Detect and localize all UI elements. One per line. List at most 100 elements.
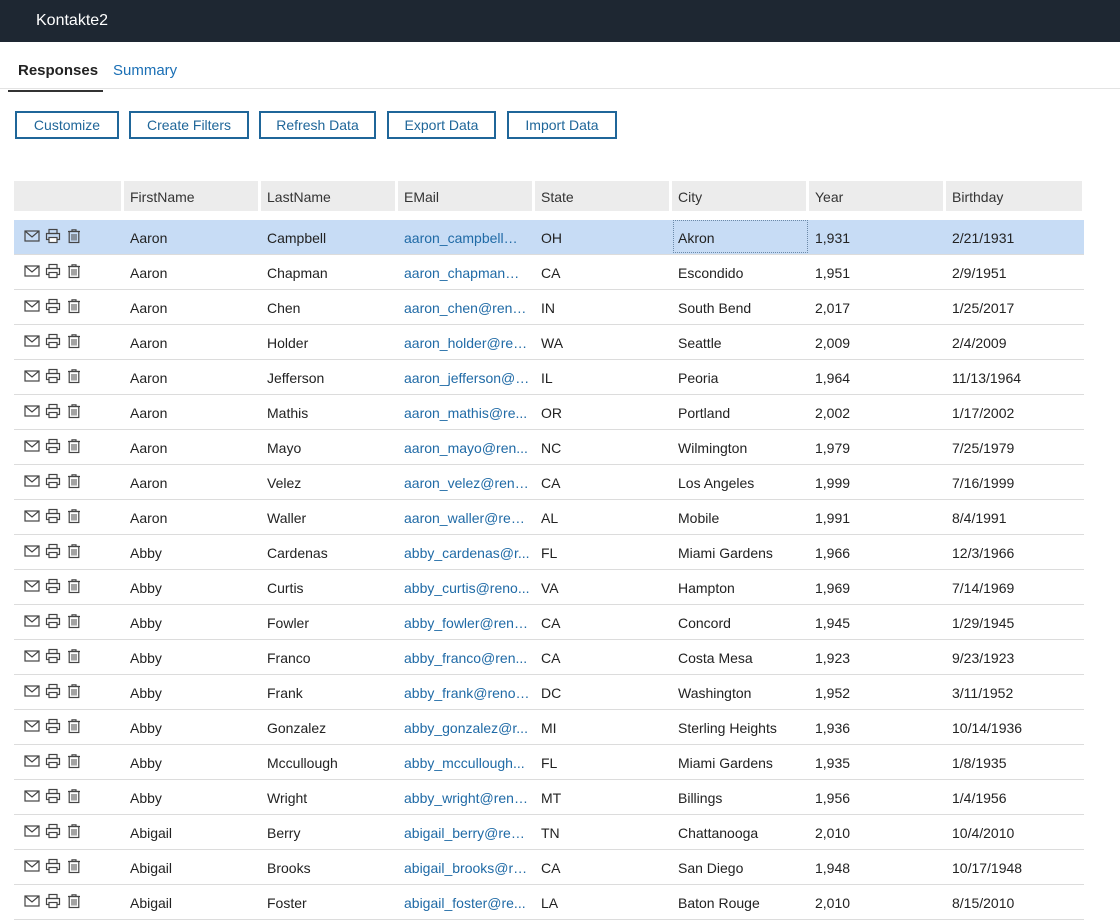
mail-icon[interactable] (24, 438, 40, 454)
mail-icon[interactable] (24, 508, 40, 524)
table-row[interactable]: Aaron Waller aaron_waller@ren... AL Mobile 1,… (14, 500, 1084, 535)
header-birthday[interactable]: Birthday (946, 181, 1082, 211)
mail-icon[interactable] (24, 543, 40, 559)
table-row[interactable]: Abigail Berry abigail_berry@ren... TN Chatta… (14, 815, 1084, 850)
trash-icon[interactable] (66, 368, 82, 384)
mail-icon[interactable] (24, 823, 40, 839)
print-icon[interactable] (45, 683, 61, 699)
cell-email[interactable]: aaron_chen@reno... (404, 300, 530, 316)
cell-email[interactable]: abby_curtis@reno... (404, 580, 530, 596)
cell-email[interactable]: aaron_jefferson@r... (404, 370, 530, 386)
print-icon[interactable] (45, 718, 61, 734)
trash-icon[interactable] (66, 543, 82, 559)
print-icon[interactable] (45, 508, 61, 524)
print-icon[interactable] (45, 543, 61, 559)
trash-icon[interactable] (66, 228, 82, 244)
trash-icon[interactable] (66, 613, 82, 629)
print-icon[interactable] (45, 648, 61, 664)
cell-email[interactable]: abby_wright@reno... (404, 790, 530, 806)
cell-email[interactable]: abby_frank@renov... (404, 685, 530, 701)
trash-icon[interactable] (66, 473, 82, 489)
print-icon[interactable] (45, 263, 61, 279)
mail-icon[interactable] (24, 753, 40, 769)
mail-icon[interactable] (24, 473, 40, 489)
header-city[interactable]: City (672, 181, 806, 211)
cell-email[interactable]: aaron_mayo@ren... (404, 440, 530, 456)
mail-icon[interactable] (24, 893, 40, 909)
mail-icon[interactable] (24, 403, 40, 419)
mail-icon[interactable] (24, 788, 40, 804)
trash-icon[interactable] (66, 438, 82, 454)
cell-email[interactable]: aaron_holder@ren... (404, 335, 530, 351)
mail-icon[interactable] (24, 263, 40, 279)
cell-email[interactable]: abby_franco@ren... (404, 650, 530, 666)
table-row[interactable]: Abby Mccullough abby_mccullough... FL Miami … (14, 745, 1084, 780)
trash-icon[interactable] (66, 298, 82, 314)
trash-icon[interactable] (66, 578, 82, 594)
cell-email[interactable]: abby_fowler@reno... (404, 615, 530, 631)
mail-icon[interactable] (24, 298, 40, 314)
table-row[interactable]: Aaron Holder aaron_holder@ren... WA Seattle 2… (14, 325, 1084, 360)
cell-email[interactable]: aaron_velez@reno... (404, 475, 530, 491)
customize-button[interactable]: Customize (15, 111, 119, 139)
cell-email[interactable]: aaron_mathis@re... (404, 405, 530, 421)
table-row[interactable]: Aaron Jefferson aaron_jefferson@r... IL Peor… (14, 360, 1084, 395)
table-row[interactable]: Abigail Foster abigail_foster@re... LA Baton… (14, 885, 1084, 920)
print-icon[interactable] (45, 788, 61, 804)
header-lastname[interactable]: LastName (261, 181, 395, 211)
trash-icon[interactable] (66, 403, 82, 419)
cell-email[interactable]: abby_gonzalez@r... (404, 720, 530, 736)
header-state[interactable]: State (535, 181, 669, 211)
table-row[interactable]: Abby Gonzalez abby_gonzalez@r... MI Sterling… (14, 710, 1084, 745)
mail-icon[interactable] (24, 228, 40, 244)
mail-icon[interactable] (24, 333, 40, 349)
cell-email[interactable]: abigail_foster@re... (404, 895, 530, 911)
trash-icon[interactable] (66, 823, 82, 839)
header-year[interactable]: Year (809, 181, 943, 211)
trash-icon[interactable] (66, 508, 82, 524)
print-icon[interactable] (45, 823, 61, 839)
refresh-data-button[interactable]: Refresh Data (259, 111, 376, 139)
trash-icon[interactable] (66, 893, 82, 909)
trash-icon[interactable] (66, 333, 82, 349)
header-email[interactable]: EMail (398, 181, 532, 211)
tab-summary[interactable]: Summary (113, 62, 177, 79)
mail-icon[interactable] (24, 368, 40, 384)
cell-email[interactable]: aaron_campbell@r... (404, 230, 530, 246)
table-row[interactable]: Abby Cardenas abby_cardenas@r... FL Miami Ga… (14, 535, 1084, 570)
create-filters-button[interactable]: Create Filters (129, 111, 249, 139)
print-icon[interactable] (45, 368, 61, 384)
table-row[interactable]: Aaron Campbell aaron_campbell@r... OH Akron 1… (14, 220, 1084, 255)
table-row[interactable]: Aaron Mayo aaron_mayo@ren... NC Wilmington 1,… (14, 430, 1084, 465)
print-icon[interactable] (45, 298, 61, 314)
header-firstname[interactable]: FirstName (124, 181, 258, 211)
table-row[interactable]: Aaron Chapman aaron_chapman@... CA Escondido… (14, 255, 1084, 290)
mail-icon[interactable] (24, 578, 40, 594)
print-icon[interactable] (45, 438, 61, 454)
table-row[interactable]: Abby Frank abby_frank@renov... DC Washington… (14, 675, 1084, 710)
trash-icon[interactable] (66, 683, 82, 699)
export-data-button[interactable]: Export Data (387, 111, 496, 139)
print-icon[interactable] (45, 333, 61, 349)
table-row[interactable]: Abigail Brooks abigail_brooks@re... CA San D… (14, 850, 1084, 885)
print-icon[interactable] (45, 403, 61, 419)
table-row[interactable]: Aaron Mathis aaron_mathis@re... OR Portland 2… (14, 395, 1084, 430)
trash-icon[interactable] (66, 788, 82, 804)
trash-icon[interactable] (66, 753, 82, 769)
table-row[interactable]: Aaron Chen aaron_chen@reno... IN South Bend 2… (14, 290, 1084, 325)
cell-email[interactable]: abigail_berry@ren... (404, 825, 530, 841)
table-row[interactable]: Abby Curtis abby_curtis@reno... VA Hampton 1,… (14, 570, 1084, 605)
cell-email[interactable]: aaron_chapman@... (404, 265, 530, 281)
trash-icon[interactable] (66, 858, 82, 874)
import-data-button[interactable]: Import Data (507, 111, 617, 139)
print-icon[interactable] (45, 893, 61, 909)
table-row[interactable]: Abby Franco abby_franco@ren... CA Costa Mesa… (14, 640, 1084, 675)
print-icon[interactable] (45, 613, 61, 629)
mail-icon[interactable] (24, 858, 40, 874)
cell-email[interactable]: abby_cardenas@r... (404, 545, 530, 561)
mail-icon[interactable] (24, 683, 40, 699)
print-icon[interactable] (45, 858, 61, 874)
mail-icon[interactable] (24, 718, 40, 734)
print-icon[interactable] (45, 228, 61, 244)
tab-responses[interactable]: Responses (18, 62, 98, 79)
